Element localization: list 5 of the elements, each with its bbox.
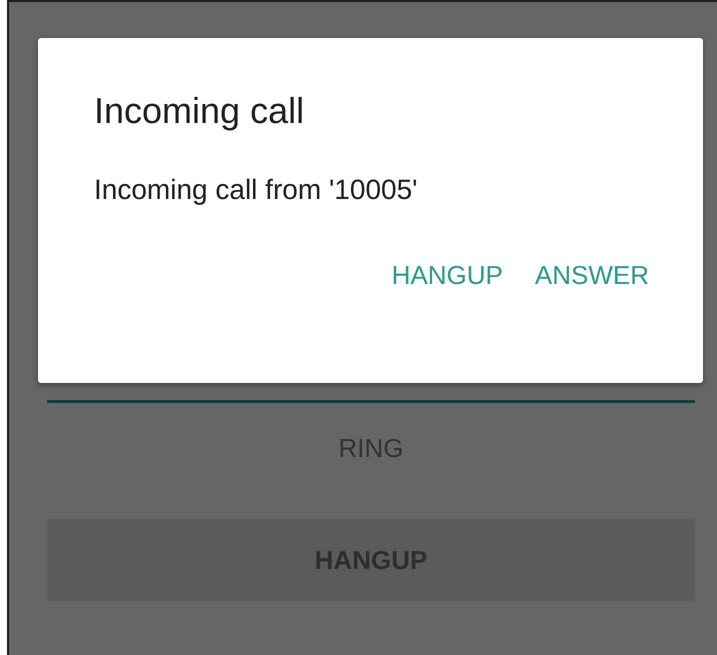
text-field[interactable] [47, 400, 695, 403]
dialog-title: Incoming call [94, 90, 306, 132]
dialog-button[interactable]: ANSWER [534, 256, 649, 295]
dialog-button[interactable]: HANGUP [392, 256, 503, 295]
dialog-message: Incoming call from '10005' [94, 174, 419, 206]
